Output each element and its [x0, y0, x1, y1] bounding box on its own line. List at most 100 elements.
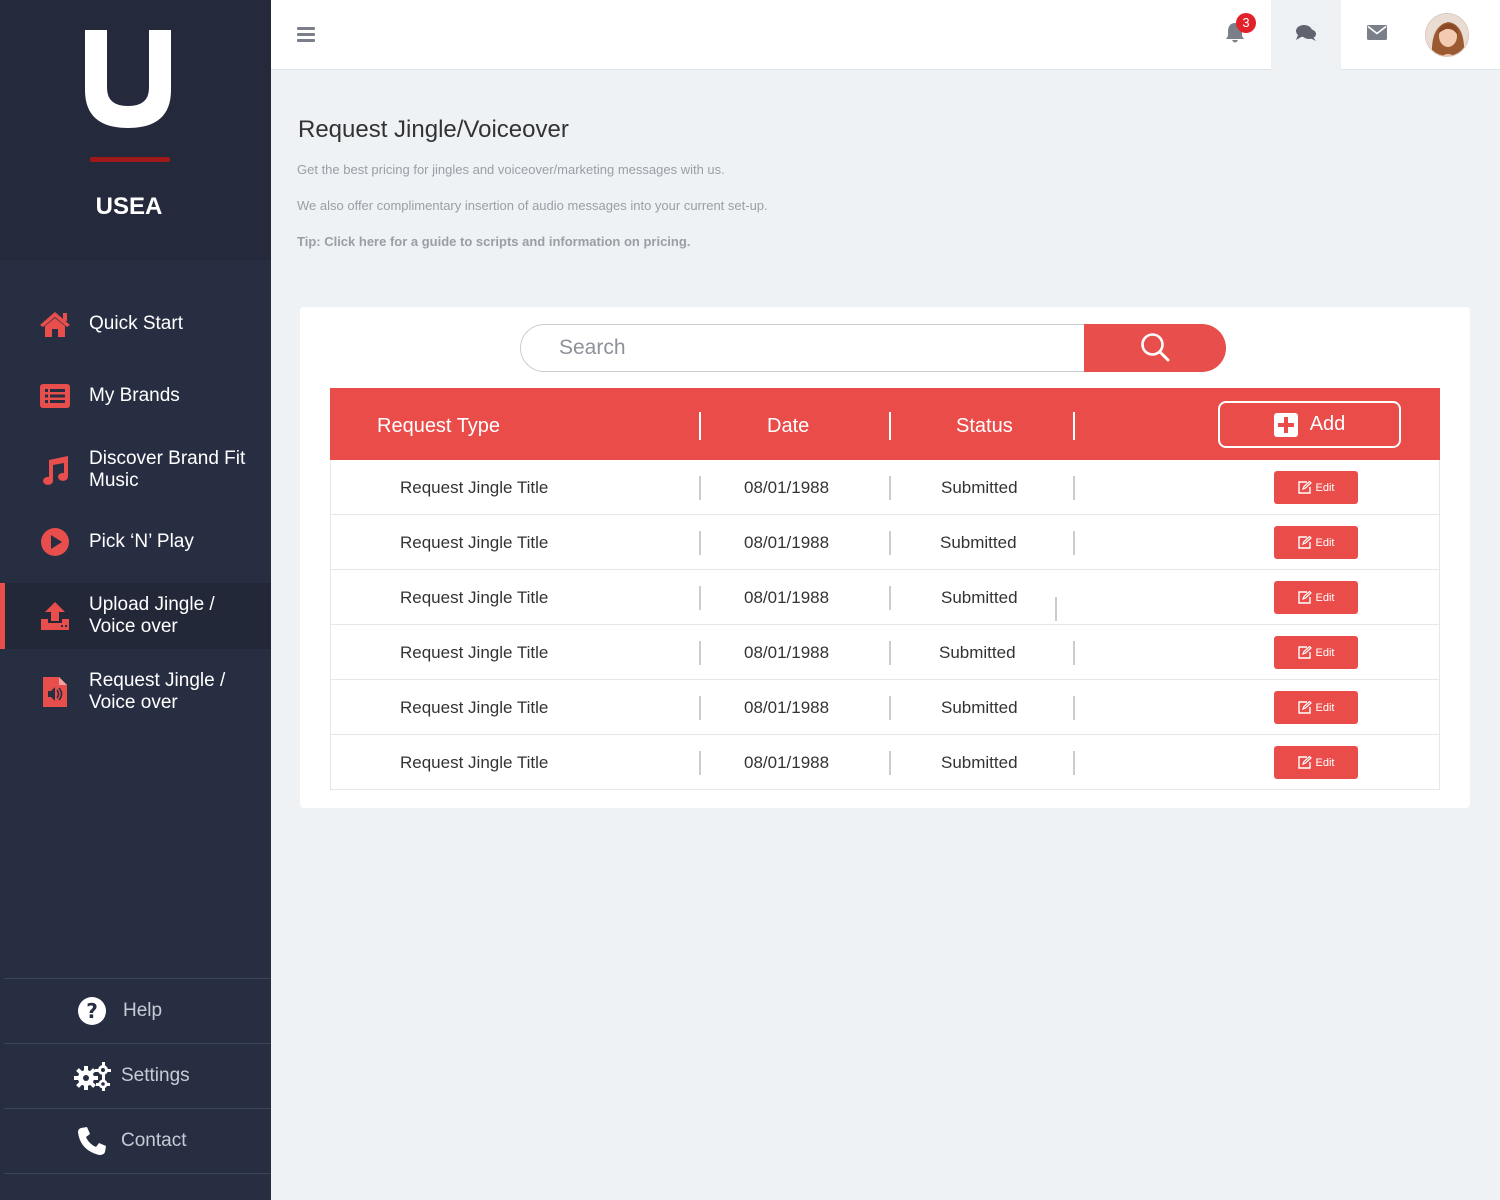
request-table-body: Request Jingle Title 08/01/1988 Submitte… [330, 460, 1440, 790]
edit-button[interactable]: Edit [1274, 636, 1358, 669]
edit-label: Edit [1315, 756, 1335, 769]
audio-file-icon [38, 675, 72, 709]
column-divider [889, 476, 891, 500]
column-divider [699, 531, 701, 555]
column-divider [699, 586, 701, 610]
sidebar-item-pick-n-play[interactable]: Pick ‘N’ Play [0, 509, 271, 575]
header-divider [699, 412, 701, 440]
sidebar-item-label: My Brands [89, 385, 180, 406]
edit-icon [1297, 756, 1312, 769]
page-title: Request Jingle/Voiceover [298, 116, 569, 143]
cell-request-type: Request Jingle Title [400, 698, 549, 717]
cell-request-type: Request Jingle Title [400, 588, 549, 607]
cell-request-type: Request Jingle Title [400, 753, 549, 772]
user-avatar[interactable] [1425, 13, 1469, 57]
messages-button[interactable] [1342, 0, 1412, 70]
column-divider [889, 751, 891, 775]
pricing-guide-tip-link[interactable]: Tip: Click here for a guide to scripts a… [297, 234, 690, 249]
add-button-label: Add [1309, 413, 1346, 435]
edit-icon [1297, 591, 1312, 604]
column-divider [1073, 531, 1075, 555]
sidebar-item-label: Quick Start [89, 313, 183, 334]
list-icon [38, 379, 72, 413]
sidebar-item-request-jingle[interactable]: Request Jingle / Voice over [0, 659, 271, 725]
edit-label: Edit [1315, 536, 1335, 549]
column-divider [699, 696, 701, 720]
cell-request-type: Request Jingle Title [400, 478, 549, 497]
menu-icon[interactable] [297, 27, 315, 43]
column-header-request-type[interactable]: Request Type [377, 388, 500, 460]
column-divider [1073, 696, 1075, 720]
sidebar-item-discover-music[interactable]: Discover Brand Fit Music [0, 437, 271, 503]
table-header: Request Type Date Status Add [330, 388, 1440, 460]
sidebar-item-my-brands[interactable]: My Brands [0, 363, 271, 429]
edit-icon [1297, 646, 1312, 659]
edit-icon [1297, 536, 1312, 549]
column-divider [699, 751, 701, 775]
table-row: Request Jingle Title 08/01/1988 Submitte… [331, 680, 1439, 735]
notifications-button[interactable]: 3 [1200, 0, 1270, 70]
edit-button[interactable]: Edit [1274, 471, 1358, 504]
edit-label: Edit [1315, 646, 1335, 659]
sidebar-item-quick-start[interactable]: Quick Start [0, 291, 271, 357]
column-header-date[interactable]: Date [767, 388, 809, 460]
cell-date: 08/01/1988 [744, 533, 830, 552]
cell-request-type: Request Jingle Title [400, 643, 549, 662]
cell-date: 08/01/1988 [744, 698, 830, 717]
edit-label: Edit [1315, 481, 1335, 494]
column-divider [1073, 641, 1075, 665]
edit-button[interactable]: Edit [1274, 526, 1358, 559]
sidebar-footer-help[interactable]: ? Help [4, 978, 271, 1043]
column-header-status[interactable]: Status [956, 388, 1013, 460]
cell-status: Submitted [941, 588, 1018, 607]
page-description-insertion: We also offer complimentary insertion of… [297, 198, 768, 213]
table-row: Request Jingle Title 08/01/1988 Submitte… [331, 570, 1439, 625]
edit-button[interactable]: Edit [1274, 746, 1358, 779]
column-divider [889, 586, 891, 610]
sidebar-divider [4, 1173, 271, 1174]
brand-name: USEA [95, 193, 163, 220]
table-row: Request Jingle Title 08/01/1988 Submitte… [331, 735, 1439, 790]
sidebar-item-label: Discover Brand Fit Music [89, 448, 246, 491]
brand-logo[interactable] [85, 30, 171, 128]
cell-date: 08/01/1988 [744, 478, 830, 497]
sidebar-item-upload-jingle[interactable]: Upload Jingle / Voice over [0, 583, 271, 649]
gears-icon [72, 1059, 114, 1093]
plus-square-icon [1273, 412, 1298, 437]
column-divider [889, 641, 891, 665]
sidebar-footer-label: Help [123, 1000, 163, 1021]
sidebar-footer-contact[interactable]: Contact [4, 1108, 271, 1173]
search-icon [1140, 332, 1170, 365]
envelope-icon [1367, 25, 1387, 45]
cell-status: Submitted [941, 753, 1018, 772]
header-divider [889, 412, 891, 440]
column-divider [699, 476, 701, 500]
search-input[interactable] [520, 324, 1086, 372]
edit-icon [1297, 481, 1312, 494]
add-request-button[interactable]: Add [1218, 401, 1401, 448]
edit-button[interactable]: Edit [1274, 691, 1358, 724]
column-divider [889, 531, 891, 555]
cell-request-type: Request Jingle Title [400, 533, 549, 552]
column-divider [1073, 751, 1075, 775]
cell-date: 08/01/1988 [744, 588, 830, 607]
column-divider [1073, 476, 1075, 500]
search-button[interactable] [1084, 324, 1226, 372]
music-note-icon [38, 453, 72, 487]
header-divider [1073, 412, 1075, 440]
cell-date: 08/01/1988 [744, 643, 830, 662]
sidebar-footer-settings[interactable]: Settings [4, 1043, 271, 1108]
edit-button[interactable]: Edit [1274, 581, 1358, 614]
sidebar-item-label: Request Jingle / Voice over [89, 670, 226, 713]
column-divider [699, 641, 701, 665]
chat-button[interactable] [1271, 0, 1341, 70]
home-icon [38, 307, 72, 341]
cell-status: Submitted [941, 698, 1018, 717]
cell-status: Submitted [941, 478, 1018, 497]
sidebar-footer-label: Settings [121, 1065, 190, 1086]
edit-icon [1297, 701, 1312, 714]
notification-badge: 3 [1236, 13, 1256, 33]
column-divider [889, 696, 891, 720]
cell-status: Submitted [939, 643, 1016, 662]
upload-icon [38, 599, 72, 633]
